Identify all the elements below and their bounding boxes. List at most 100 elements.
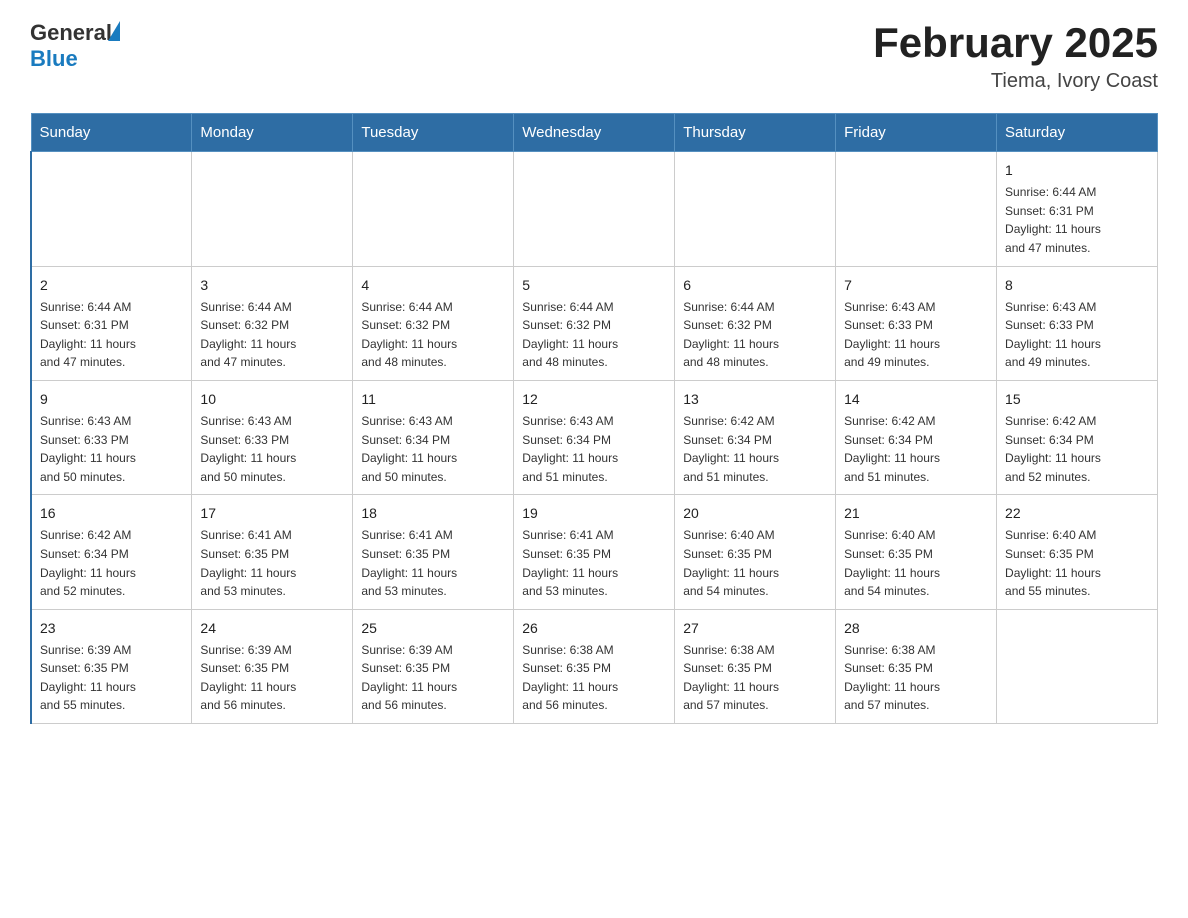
calendar-week-row: 16Sunrise: 6:42 AM Sunset: 6:34 PM Dayli… — [31, 495, 1158, 609]
day-number: 7 — [844, 275, 988, 296]
day-info: Sunrise: 6:43 AM Sunset: 6:33 PM Dayligh… — [1005, 298, 1149, 372]
day-info: Sunrise: 6:43 AM Sunset: 6:34 PM Dayligh… — [361, 412, 505, 486]
page-header: General Blue February 2025 Tiema, Ivory … — [30, 20, 1158, 93]
calendar-cell: 2Sunrise: 6:44 AM Sunset: 6:31 PM Daylig… — [31, 266, 192, 380]
day-info: Sunrise: 6:38 AM Sunset: 6:35 PM Dayligh… — [683, 641, 827, 715]
calendar-cell: 15Sunrise: 6:42 AM Sunset: 6:34 PM Dayli… — [997, 380, 1158, 494]
calendar-cell — [353, 152, 514, 266]
weekday-header-tuesday: Tuesday — [353, 114, 514, 152]
calendar-cell — [997, 609, 1158, 723]
day-number: 5 — [522, 275, 666, 296]
day-info: Sunrise: 6:41 AM Sunset: 6:35 PM Dayligh… — [522, 526, 666, 600]
day-info: Sunrise: 6:43 AM Sunset: 6:34 PM Dayligh… — [522, 412, 666, 486]
day-number: 2 — [40, 275, 183, 296]
day-number: 1 — [1005, 160, 1149, 181]
day-info: Sunrise: 6:43 AM Sunset: 6:33 PM Dayligh… — [844, 298, 988, 372]
calendar-cell — [192, 152, 353, 266]
calendar-title: February 2025 — [873, 20, 1158, 66]
calendar-cell: 26Sunrise: 6:38 AM Sunset: 6:35 PM Dayli… — [514, 609, 675, 723]
day-number: 4 — [361, 275, 505, 296]
day-info: Sunrise: 6:44 AM Sunset: 6:31 PM Dayligh… — [40, 298, 183, 372]
calendar-cell: 11Sunrise: 6:43 AM Sunset: 6:34 PM Dayli… — [353, 380, 514, 494]
day-info: Sunrise: 6:44 AM Sunset: 6:31 PM Dayligh… — [1005, 183, 1149, 257]
calendar-cell: 12Sunrise: 6:43 AM Sunset: 6:34 PM Dayli… — [514, 380, 675, 494]
day-info: Sunrise: 6:41 AM Sunset: 6:35 PM Dayligh… — [200, 526, 344, 600]
day-number: 18 — [361, 503, 505, 524]
day-number: 23 — [40, 618, 183, 639]
calendar-cell: 27Sunrise: 6:38 AM Sunset: 6:35 PM Dayli… — [675, 609, 836, 723]
weekday-header-wednesday: Wednesday — [514, 114, 675, 152]
day-info: Sunrise: 6:44 AM Sunset: 6:32 PM Dayligh… — [522, 298, 666, 372]
day-number: 15 — [1005, 389, 1149, 410]
day-info: Sunrise: 6:44 AM Sunset: 6:32 PM Dayligh… — [200, 298, 344, 372]
logo-triangle-icon — [108, 21, 120, 41]
calendar-cell: 17Sunrise: 6:41 AM Sunset: 6:35 PM Dayli… — [192, 495, 353, 609]
calendar-cell: 9Sunrise: 6:43 AM Sunset: 6:33 PM Daylig… — [31, 380, 192, 494]
calendar-cell: 10Sunrise: 6:43 AM Sunset: 6:33 PM Dayli… — [192, 380, 353, 494]
day-number: 16 — [40, 503, 183, 524]
day-info: Sunrise: 6:44 AM Sunset: 6:32 PM Dayligh… — [361, 298, 505, 372]
title-area: February 2025 Tiema, Ivory Coast — [873, 20, 1158, 93]
calendar-cell — [675, 152, 836, 266]
day-number: 8 — [1005, 275, 1149, 296]
day-number: 27 — [683, 618, 827, 639]
day-number: 24 — [200, 618, 344, 639]
calendar-cell: 23Sunrise: 6:39 AM Sunset: 6:35 PM Dayli… — [31, 609, 192, 723]
weekday-header-thursday: Thursday — [675, 114, 836, 152]
day-info: Sunrise: 6:39 AM Sunset: 6:35 PM Dayligh… — [200, 641, 344, 715]
calendar-cell: 28Sunrise: 6:38 AM Sunset: 6:35 PM Dayli… — [836, 609, 997, 723]
calendar-cell — [31, 152, 192, 266]
calendar-subtitle: Tiema, Ivory Coast — [873, 70, 1158, 93]
calendar-week-row: 23Sunrise: 6:39 AM Sunset: 6:35 PM Dayli… — [31, 609, 1158, 723]
calendar-cell: 25Sunrise: 6:39 AM Sunset: 6:35 PM Dayli… — [353, 609, 514, 723]
day-info: Sunrise: 6:38 AM Sunset: 6:35 PM Dayligh… — [522, 641, 666, 715]
day-number: 11 — [361, 389, 505, 410]
day-info: Sunrise: 6:40 AM Sunset: 6:35 PM Dayligh… — [1005, 526, 1149, 600]
calendar-cell: 8Sunrise: 6:43 AM Sunset: 6:33 PM Daylig… — [997, 266, 1158, 380]
weekday-header-sunday: Sunday — [31, 114, 192, 152]
calendar-cell: 16Sunrise: 6:42 AM Sunset: 6:34 PM Dayli… — [31, 495, 192, 609]
day-info: Sunrise: 6:42 AM Sunset: 6:34 PM Dayligh… — [844, 412, 988, 486]
day-number: 3 — [200, 275, 344, 296]
logo: General Blue — [30, 20, 120, 72]
day-number: 28 — [844, 618, 988, 639]
day-info: Sunrise: 6:42 AM Sunset: 6:34 PM Dayligh… — [683, 412, 827, 486]
calendar-table: SundayMondayTuesdayWednesdayThursdayFrid… — [30, 113, 1158, 724]
day-info: Sunrise: 6:39 AM Sunset: 6:35 PM Dayligh… — [361, 641, 505, 715]
day-number: 25 — [361, 618, 505, 639]
weekday-header-row: SundayMondayTuesdayWednesdayThursdayFrid… — [31, 114, 1158, 152]
calendar-week-row: 1Sunrise: 6:44 AM Sunset: 6:31 PM Daylig… — [31, 152, 1158, 266]
day-info: Sunrise: 6:40 AM Sunset: 6:35 PM Dayligh… — [683, 526, 827, 600]
calendar-cell: 1Sunrise: 6:44 AM Sunset: 6:31 PM Daylig… — [997, 152, 1158, 266]
weekday-header-friday: Friday — [836, 114, 997, 152]
day-info: Sunrise: 6:43 AM Sunset: 6:33 PM Dayligh… — [40, 412, 183, 486]
day-info: Sunrise: 6:42 AM Sunset: 6:34 PM Dayligh… — [40, 526, 183, 600]
day-number: 21 — [844, 503, 988, 524]
day-number: 14 — [844, 389, 988, 410]
logo-blue-text: Blue — [30, 46, 120, 72]
calendar-cell: 20Sunrise: 6:40 AM Sunset: 6:35 PM Dayli… — [675, 495, 836, 609]
calendar-cell: 19Sunrise: 6:41 AM Sunset: 6:35 PM Dayli… — [514, 495, 675, 609]
calendar-cell: 22Sunrise: 6:40 AM Sunset: 6:35 PM Dayli… — [997, 495, 1158, 609]
day-number: 9 — [40, 389, 183, 410]
day-number: 19 — [522, 503, 666, 524]
day-info: Sunrise: 6:39 AM Sunset: 6:35 PM Dayligh… — [40, 641, 183, 715]
calendar-cell: 18Sunrise: 6:41 AM Sunset: 6:35 PM Dayli… — [353, 495, 514, 609]
calendar-cell: 21Sunrise: 6:40 AM Sunset: 6:35 PM Dayli… — [836, 495, 997, 609]
weekday-header-monday: Monday — [192, 114, 353, 152]
calendar-cell: 24Sunrise: 6:39 AM Sunset: 6:35 PM Dayli… — [192, 609, 353, 723]
day-info: Sunrise: 6:43 AM Sunset: 6:33 PM Dayligh… — [200, 412, 344, 486]
calendar-cell: 13Sunrise: 6:42 AM Sunset: 6:34 PM Dayli… — [675, 380, 836, 494]
day-info: Sunrise: 6:38 AM Sunset: 6:35 PM Dayligh… — [844, 641, 988, 715]
day-info: Sunrise: 6:44 AM Sunset: 6:32 PM Dayligh… — [683, 298, 827, 372]
calendar-cell: 4Sunrise: 6:44 AM Sunset: 6:32 PM Daylig… — [353, 266, 514, 380]
day-info: Sunrise: 6:42 AM Sunset: 6:34 PM Dayligh… — [1005, 412, 1149, 486]
calendar-week-row: 9Sunrise: 6:43 AM Sunset: 6:33 PM Daylig… — [31, 380, 1158, 494]
day-number: 10 — [200, 389, 344, 410]
calendar-cell — [836, 152, 997, 266]
day-number: 17 — [200, 503, 344, 524]
day-number: 20 — [683, 503, 827, 524]
day-number: 12 — [522, 389, 666, 410]
calendar-cell: 6Sunrise: 6:44 AM Sunset: 6:32 PM Daylig… — [675, 266, 836, 380]
day-number: 6 — [683, 275, 827, 296]
